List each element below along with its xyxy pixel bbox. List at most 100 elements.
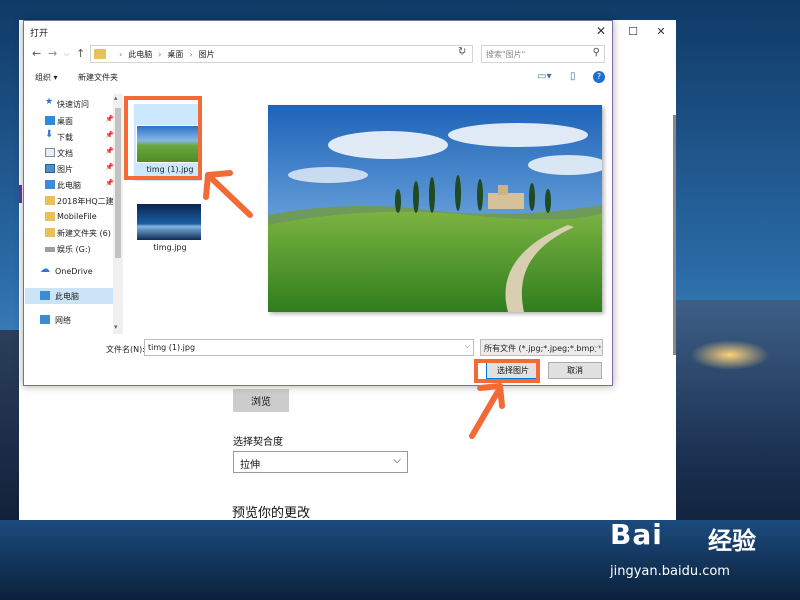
search-input[interactable]: 搜索"图片" ⚲ bbox=[481, 45, 605, 63]
sidebar-item-folder[interactable]: 2018年HQ二建全 bbox=[25, 193, 113, 209]
navigation-pane: ★ 快速访问 桌面 📌 ⬇ 下载 📌 文档 📌 图片 📌 此电脑 📌 2018年… bbox=[25, 94, 123, 334]
folder-icon bbox=[45, 196, 55, 205]
watermark-url: jingyan.baidu.com bbox=[610, 564, 730, 579]
sidebar-item-downloads[interactable]: ⬇ 下载 📌 bbox=[25, 129, 113, 145]
cancel-button[interactable]: 取消 bbox=[548, 362, 602, 379]
file-thumbnail bbox=[136, 203, 202, 241]
sidebar-item-pictures[interactable]: 图片 📌 bbox=[25, 161, 113, 177]
settings-scrollbar[interactable] bbox=[673, 115, 676, 355]
arrow-annotation-button bbox=[469, 383, 505, 439]
scroll-up-icon[interactable]: ▴ bbox=[114, 94, 118, 102]
pin-icon[interactable]: 📌 bbox=[105, 147, 113, 155]
chevron-down-icon: ⌵ bbox=[393, 455, 401, 466]
onedrive-icon: ☁ bbox=[40, 264, 50, 275]
folder-icon bbox=[45, 228, 55, 237]
browse-button[interactable]: 浏览 bbox=[233, 389, 289, 412]
preview-image bbox=[268, 105, 602, 312]
scroll-down-icon[interactable]: ▾ bbox=[114, 323, 118, 331]
dialog-toolbar: 组织 ▾ 新建文件夹 ▭▾ ▯ ? bbox=[24, 67, 612, 87]
sidebar-item-quick-access[interactable]: ★ 快速访问 bbox=[25, 96, 113, 112]
view-options-icon[interactable]: ▭▾ bbox=[537, 71, 551, 82]
sidebar-item-onedrive[interactable]: ☁ OneDrive bbox=[25, 264, 113, 280]
pin-icon[interactable]: 📌 bbox=[105, 115, 113, 123]
help-icon[interactable]: ? bbox=[593, 71, 605, 83]
sidebar-item-label: 此电脑 bbox=[57, 181, 81, 190]
fit-select[interactable]: 拉伸 ⌵ bbox=[233, 451, 408, 473]
folder-icon bbox=[45, 212, 55, 221]
pin-icon[interactable]: 📌 bbox=[105, 179, 113, 187]
sidebar-item-label: 此电脑 bbox=[55, 292, 79, 301]
search-placeholder: 搜索"图片" bbox=[486, 50, 526, 59]
watermark-brand-cn: 经验 bbox=[708, 527, 756, 555]
sidebar-item-label: 下载 bbox=[57, 133, 73, 142]
filename-value: timg (1).jpg bbox=[148, 343, 196, 352]
sidebar-item-drive[interactable]: 娱乐 (G:) bbox=[25, 241, 113, 257]
pin-icon[interactable]: 📌 bbox=[105, 131, 113, 139]
sidebar-item-label: 娱乐 (G:) bbox=[57, 245, 91, 254]
fit-label: 选择契合度 bbox=[233, 437, 283, 448]
pictures-icon bbox=[45, 164, 55, 173]
watermark-brand: Bai bbox=[610, 518, 663, 551]
sidebar-item-this-pc-selected[interactable]: 此电脑 bbox=[25, 288, 113, 304]
pc-icon bbox=[45, 180, 55, 189]
sidebar-item-label: 新建文件夹 (6) bbox=[57, 229, 111, 238]
new-folder-button[interactable]: 新建文件夹 bbox=[78, 72, 118, 83]
sidebar-item-label: MobileFile bbox=[57, 212, 97, 221]
address-bar[interactable]: › 此电脑 › 桌面 › 图片 ⌵ bbox=[90, 45, 473, 63]
sidebar-item-network[interactable]: 网络 bbox=[25, 312, 113, 328]
breadcrumb-item[interactable]: 图片 bbox=[199, 50, 215, 59]
chevron-down-icon[interactable]: ⌵ bbox=[465, 342, 470, 351]
dialog-titlebar[interactable]: 打开 ✕ bbox=[24, 21, 612, 43]
sidebar-scrollbar[interactable]: ▴ ▾ bbox=[113, 94, 123, 334]
recent-chevron-icon[interactable]: ⌵ bbox=[64, 50, 69, 59]
up-arrow-icon[interactable]: ↑ bbox=[76, 47, 85, 60]
refresh-icon[interactable]: ↻ bbox=[458, 46, 466, 57]
open-file-dialog: 打开 ✕ ← → ⌵ ↑ › 此电脑 › 桌面 › 图片 ⌵ ↻ 搜索"图片" ⚲ 组织 … bbox=[23, 20, 613, 386]
sidebar-item-folder[interactable]: MobileFile bbox=[25, 209, 113, 225]
preview-pane-icon[interactable]: ▯ bbox=[570, 71, 576, 82]
file-type-filter[interactable]: 所有文件 (*.jpg;*.jpeg;*.bmp;*. ⌵ bbox=[480, 339, 603, 356]
file-item[interactable]: timg.jpg bbox=[132, 203, 208, 263]
sidebar-item-documents[interactable]: 文档 📌 bbox=[25, 145, 113, 161]
breadcrumb-item[interactable]: 此电脑 bbox=[128, 50, 152, 59]
wallpaper-glow bbox=[690, 340, 770, 370]
pin-icon[interactable]: 📌 bbox=[105, 163, 113, 171]
sidebar-item-label: 图片 bbox=[57, 165, 73, 174]
close-icon[interactable]: ✕ bbox=[651, 25, 671, 39]
highlight-box-file bbox=[124, 96, 202, 180]
forward-arrow-icon[interactable]: → bbox=[48, 47, 57, 60]
document-icon bbox=[45, 148, 55, 157]
search-icon: ⚲ bbox=[592, 47, 600, 58]
sidebar-item-label: 快速访问 bbox=[57, 100, 89, 109]
download-icon: ⬇ bbox=[45, 129, 54, 140]
sidebar-item-this-pc[interactable]: 此电脑 📌 bbox=[25, 177, 113, 193]
baidu-watermark: Bai 经验 jingyan.baidu.com bbox=[610, 518, 790, 588]
dialog-title: 打开 bbox=[30, 29, 49, 39]
arrow-annotation-file bbox=[203, 170, 253, 218]
breadcrumb: › 此电脑 › 桌面 › 图片 bbox=[119, 50, 215, 59]
scroll-thumb[interactable] bbox=[115, 108, 121, 258]
folder-icon bbox=[94, 49, 106, 59]
maximize-icon[interactable]: ☐ bbox=[623, 25, 643, 39]
back-arrow-icon[interactable]: ← bbox=[32, 47, 41, 60]
star-icon: ★ bbox=[45, 97, 54, 107]
sidebar-item-label: 桌面 bbox=[57, 117, 73, 126]
nav-accent-mark bbox=[19, 185, 22, 203]
pc-icon bbox=[40, 291, 50, 300]
close-icon[interactable]: ✕ bbox=[596, 24, 606, 38]
breadcrumb-item[interactable]: 桌面 bbox=[167, 50, 183, 59]
organize-menu[interactable]: 组织 ▾ bbox=[35, 72, 58, 83]
filename-input[interactable]: timg (1).jpg ⌵ bbox=[144, 339, 474, 356]
navigation-bar: ← → ⌵ ↑ › 此电脑 › 桌面 › 图片 ⌵ ↻ 搜索"图片" ⚲ bbox=[24, 43, 612, 65]
fit-value: 拉伸 bbox=[240, 460, 260, 471]
filename-label: 文件名(N): bbox=[106, 345, 145, 354]
drive-icon bbox=[45, 247, 55, 252]
network-icon bbox=[40, 315, 50, 324]
sidebar-item-label: 2018年HQ二建全 bbox=[57, 197, 113, 206]
sidebar-item-desktop[interactable]: 桌面 📌 bbox=[25, 113, 113, 129]
sidebar-item-label: 文档 bbox=[57, 149, 73, 158]
sidebar-item-folder[interactable]: 新建文件夹 (6) bbox=[25, 225, 113, 241]
chevron-down-icon: ⌵ bbox=[593, 342, 599, 351]
preview-heading: 预览你的更改 bbox=[232, 506, 311, 521]
filter-value: 所有文件 (*.jpg;*.jpeg;*.bmp;*. bbox=[484, 344, 603, 353]
